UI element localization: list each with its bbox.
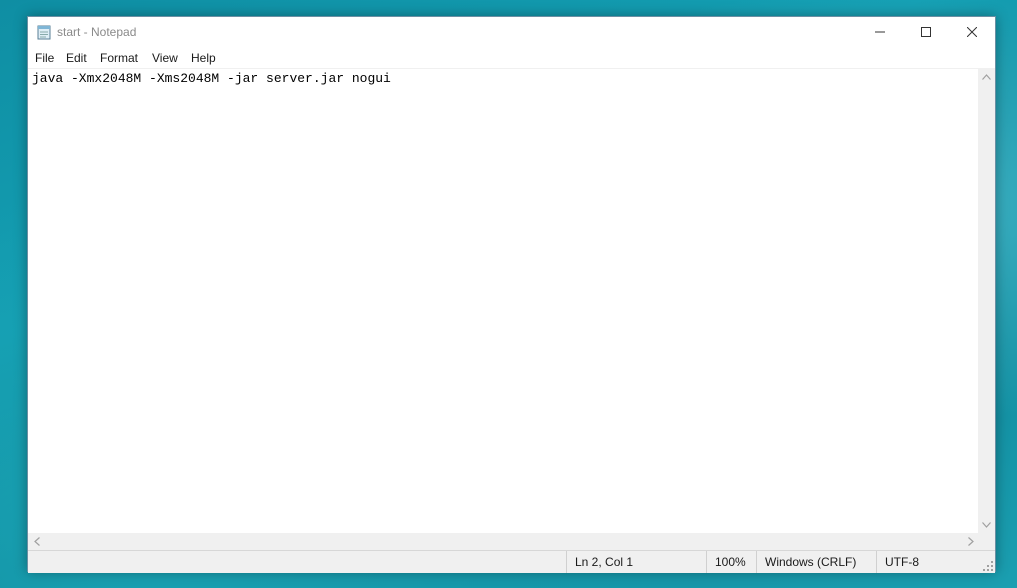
chevron-up-icon <box>982 73 991 80</box>
notepad-icon <box>37 25 51 40</box>
status-position-text: Ln 2, Col 1 <box>575 555 634 569</box>
title-bar[interactable]: start - Notepad <box>28 17 995 48</box>
resize-grip-icon[interactable] <box>983 561 993 571</box>
scroll-down-button[interactable] <box>978 516 995 533</box>
notepad-window: start - Notepad File Edit Format View He… <box>27 16 996 573</box>
minimize-icon <box>875 31 885 33</box>
chevron-right-icon <box>967 537 974 546</box>
horizontal-scrollbar[interactable] <box>28 533 979 550</box>
menu-view[interactable]: View <box>152 50 178 66</box>
scroll-left-button[interactable] <box>28 533 45 550</box>
status-zoom-text: 100% <box>715 555 746 569</box>
window-title: start - Notepad <box>57 25 137 39</box>
status-position: Ln 2, Col 1 <box>566 551 706 573</box>
menu-help[interactable]: Help <box>191 50 216 66</box>
close-button[interactable] <box>949 17 995 47</box>
menu-bar: File Edit Format View Help <box>28 48 995 68</box>
scroll-up-button[interactable] <box>978 68 995 85</box>
status-line-ending-text: Windows (CRLF) <box>765 555 857 569</box>
editor-content[interactable]: java -Xmx2048M -Xms2048M -jar server.jar… <box>32 71 391 86</box>
menu-format[interactable]: Format <box>100 50 138 66</box>
chevron-down-icon <box>982 521 991 528</box>
maximize-icon <box>921 27 931 37</box>
status-zoom: 100% <box>706 551 756 573</box>
scroll-right-button[interactable] <box>962 533 979 550</box>
chevron-left-icon <box>33 537 40 546</box>
status-bar: Ln 2, Col 1 100% Windows (CRLF) UTF-8 <box>28 550 995 573</box>
status-encoding-text: UTF-8 <box>885 555 919 569</box>
vertical-scrollbar[interactable] <box>978 68 995 533</box>
menu-file[interactable]: File <box>35 50 54 66</box>
maximize-button[interactable] <box>903 17 949 47</box>
status-encoding: UTF-8 <box>876 551 995 573</box>
minimize-button[interactable] <box>857 17 903 47</box>
scrollbar-corner <box>978 533 995 550</box>
status-line-ending: Windows (CRLF) <box>756 551 876 573</box>
menu-edit[interactable]: Edit <box>66 50 87 66</box>
text-editor[interactable]: java -Xmx2048M -Xms2048M -jar server.jar… <box>28 68 979 534</box>
close-icon <box>967 27 977 37</box>
